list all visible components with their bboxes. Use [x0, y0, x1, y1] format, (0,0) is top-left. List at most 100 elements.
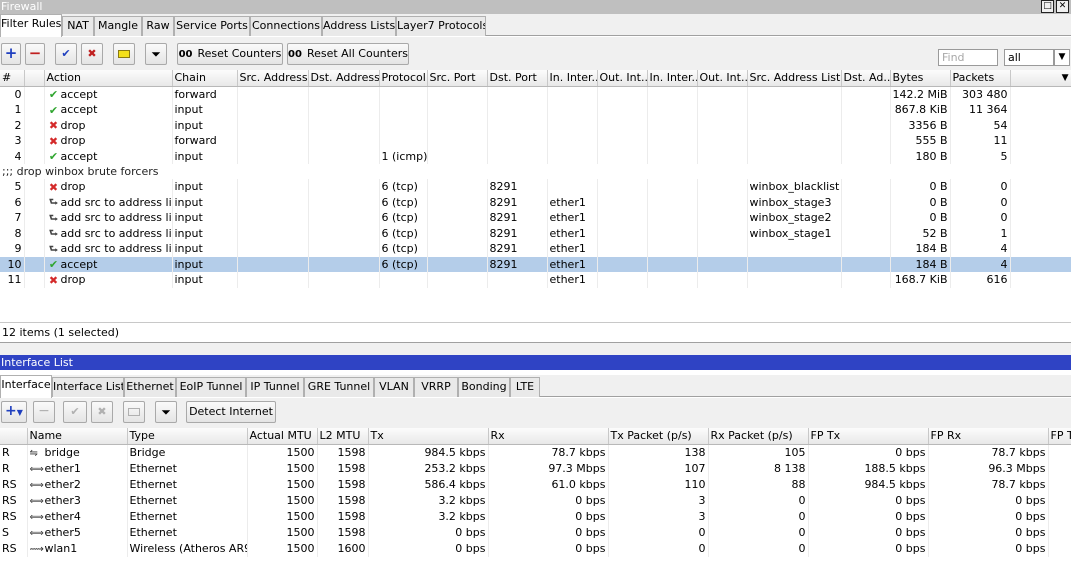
- col-header[interactable]: Src. Port: [427, 70, 488, 87]
- remove-icon[interactable]: −: [25, 43, 45, 65]
- tab-mangle[interactable]: Mangle: [94, 16, 142, 36]
- tab-vrrp[interactable]: VRRP: [414, 377, 458, 397]
- filter-icon[interactable]: ⏷: [145, 43, 167, 65]
- detect-internet-button[interactable]: Detect Internet: [186, 401, 276, 423]
- col-header[interactable]: L2 MTU: [317, 428, 369, 445]
- chevron-down-icon[interactable]: ▼: [1054, 49, 1070, 66]
- tab-ethernet[interactable]: Ethernet: [124, 377, 176, 397]
- table-row[interactable]: 8 ⮑ add src to address list input 6 (tcp) 829…: [0, 225, 1071, 241]
- col-header[interactable]: Src. Address: [237, 70, 309, 87]
- add-icon[interactable]: +: [1, 43, 21, 65]
- table-row[interactable]: 6 ⮑ add src to address list input 6 (tcp) 829…: [0, 194, 1071, 210]
- table-row[interactable]: RS ⟺ether3 Ethernet 1500 1598 3.2 kbps 0 bps 3 0…: [0, 492, 1071, 509]
- table-row[interactable]: RS ⟺ether2 Ethernet 1500 1598 586.4 kbps 61.0 …: [0, 476, 1071, 493]
- table-row[interactable]: 10 ✔ accept input 6 (tcp) 8291 ether1 184 B4: [0, 256, 1071, 272]
- col-header[interactable]: Action: [44, 70, 173, 87]
- find-input[interactable]: Find: [938, 49, 998, 66]
- table-row[interactable]: RS ⟺ether4 Ethernet 1500 1598 3.2 kbps 0 bps 3 0…: [0, 508, 1071, 525]
- src-address: [237, 133, 309, 149]
- col-header[interactable]: FP T: [1048, 428, 1071, 445]
- col-header[interactable]: Chain: [172, 70, 238, 87]
- filler-cell: [1010, 194, 1071, 210]
- col-header[interactable]: Src. Address List: [747, 70, 842, 87]
- table-row[interactable]: 2 ✖ drop input 3356 B 54: [0, 117, 1071, 133]
- table-row[interactable]: 0 ✔ accept forward 142.2 MiB 303 480: [0, 86, 1071, 102]
- col-header[interactable]: In. Inter...: [647, 70, 698, 87]
- filter-select[interactable]: all: [1004, 49, 1054, 66]
- rule-chain: input: [172, 210, 238, 226]
- table-row[interactable]: 11 ✖ drop input ether1 168.7 KiB 616: [0, 272, 1071, 288]
- restore-icon[interactable]: □: [1041, 0, 1054, 13]
- table-row[interactable]: 1 ✔ accept input 867.8 KiB 11 364: [0, 102, 1071, 118]
- add-dropdown-icon[interactable]: +▼: [1, 401, 27, 423]
- reset-counters-button[interactable]: 00 Reset Counters: [177, 43, 283, 65]
- fp-tx-packets: [1048, 492, 1071, 509]
- enable-icon[interactable]: ✔: [63, 401, 87, 423]
- tab-interface[interactable]: Interface: [0, 375, 52, 398]
- tab-eoip-tunnel[interactable]: EoIP Tunnel: [176, 377, 246, 397]
- col-header[interactable]: Dst. Address: [308, 70, 380, 87]
- tab-address-lists[interactable]: Address Lists: [322, 16, 396, 36]
- tab-bonding[interactable]: Bonding: [458, 377, 510, 397]
- col-header[interactable]: [24, 70, 45, 87]
- col-header[interactable]: Name: [27, 428, 128, 445]
- tab-connections[interactable]: Connections: [250, 16, 322, 36]
- col-header[interactable]: #: [0, 70, 25, 87]
- table-row[interactable]: R ⟺ether1 Ethernet 1500 1598 253.2 kbps 97.3 M…: [0, 460, 1071, 477]
- col-header[interactable]: Dst. Ad...: [841, 70, 891, 87]
- out-interface: [597, 133, 648, 149]
- reset-all-counters-button[interactable]: 00 Reset All Counters: [287, 43, 409, 65]
- tab-gre-tunnel[interactable]: GRE Tunnel: [304, 377, 374, 397]
- col-header[interactable]: FP Tx: [808, 428, 929, 445]
- table-row[interactable]: 4 ✔ accept input 1 (icmp) 180 B5: [0, 148, 1071, 164]
- column-menu-icon[interactable]: ▼: [1010, 70, 1071, 87]
- tab-lte[interactable]: LTE: [510, 377, 540, 397]
- table-row[interactable]: R ⇋ bridge Bridge 1500 1598 984.5 kbps 78.7 kbp…: [0, 444, 1071, 461]
- enable-icon[interactable]: ✔: [55, 43, 77, 65]
- rule-chain: input: [172, 179, 238, 195]
- table-row[interactable]: 9 ⮑ add src to address list input 6 (tcp) 829…: [0, 241, 1071, 257]
- comment-icon[interactable]: [123, 401, 145, 423]
- col-header[interactable]: Bytes: [890, 70, 951, 87]
- tab-raw[interactable]: Raw: [142, 16, 174, 36]
- comment-row[interactable]: ;;; drop winbox brute forcers: [0, 164, 1071, 179]
- col-header[interactable]: [0, 428, 28, 445]
- disable-icon[interactable]: ✖: [91, 401, 113, 423]
- close-icon[interactable]: ✕: [1056, 0, 1069, 13]
- table-row[interactable]: 7 ⮑ add src to address list input 6 (tcp) 829…: [0, 210, 1071, 226]
- comment-icon[interactable]: [113, 43, 135, 65]
- disable-icon[interactable]: ✖: [81, 43, 103, 65]
- col-header[interactable]: Out. Int...: [597, 70, 648, 87]
- col-header[interactable]: Rx Packet (p/s): [708, 428, 809, 445]
- tab-filter-rules[interactable]: Filter Rules: [0, 14, 62, 37]
- col-header[interactable]: Dst. Port: [487, 70, 548, 87]
- tab-interface-list[interactable]: Interface List: [52, 377, 124, 397]
- tab-layer7-protocols[interactable]: Layer7 Protocols: [396, 16, 486, 36]
- actual-mtu: 1500: [247, 508, 318, 525]
- dst-address: [308, 241, 380, 257]
- table-row[interactable]: 5 ✖ drop input 6 (tcp) 8291 winbox_blacklist 0 …: [0, 179, 1071, 195]
- tab-vlan[interactable]: VLAN: [374, 377, 414, 397]
- tab-nat[interactable]: NAT: [62, 16, 94, 36]
- col-header[interactable]: FP Rx: [928, 428, 1049, 445]
- remove-icon[interactable]: −: [33, 401, 55, 423]
- col-header[interactable]: Rx: [488, 428, 609, 445]
- table-row[interactable]: 3 ✖ drop forward 555 B 11: [0, 133, 1071, 149]
- col-header[interactable]: Type: [127, 428, 248, 445]
- interface-type: Ethernet: [127, 524, 248, 541]
- tab-service-ports[interactable]: Service Ports: [174, 16, 250, 36]
- ether-interface-icon: ⟺: [29, 495, 44, 507]
- col-header[interactable]: Protocol: [379, 70, 428, 87]
- col-header[interactable]: Packets: [950, 70, 1011, 87]
- col-header[interactable]: Actual MTU: [247, 428, 318, 445]
- table-row[interactable]: S ⟺ether5 Ethernet 1500 1598 0 bps 0 bps 0 0 0 bp…: [0, 524, 1071, 541]
- filler-cell: [1010, 117, 1071, 133]
- rule-chain: input: [172, 102, 238, 118]
- col-header[interactable]: In. Inter...: [547, 70, 598, 87]
- col-header[interactable]: Tx: [368, 428, 489, 445]
- table-row[interactable]: RS⟿wlan1Wireless (Atheros AR9...15001600…: [0, 540, 1071, 557]
- tab-ip-tunnel[interactable]: IP Tunnel: [246, 377, 304, 397]
- col-header[interactable]: Tx Packet (p/s): [608, 428, 709, 445]
- filter-icon[interactable]: ⏷: [155, 401, 177, 423]
- col-header[interactable]: Out. Int...: [697, 70, 748, 87]
